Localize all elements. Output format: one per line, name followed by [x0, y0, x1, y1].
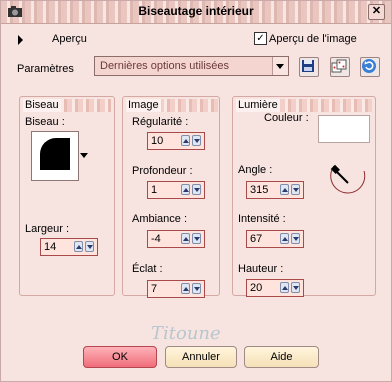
dialog-window: Biseautage intérieur ✕ Aperçu ✓ Aperçu d…: [0, 0, 392, 382]
dice-icon: [331, 59, 347, 73]
angle-stepper[interactable]: 315: [246, 181, 304, 199]
cancel-button[interactable]: Annuler: [165, 346, 237, 368]
field-label: Profondeur :: [132, 165, 193, 177]
floppy-disk-icon: [302, 60, 314, 72]
decrement-icon[interactable]: [192, 135, 201, 146]
reset-arrow-icon: [362, 59, 376, 73]
ambience-value[interactable]: -4: [151, 233, 161, 245]
ok-button[interactable]: OK: [83, 346, 157, 368]
presets-label: Paramètres: [17, 63, 74, 75]
bevel-dropdown-arrow[interactable]: [78, 131, 90, 179]
ambience-stepper[interactable]: -4: [147, 230, 205, 248]
smoothness-stepper[interactable]: 10: [147, 132, 205, 150]
preview-checkbox-label[interactable]: Aperçu de l'image: [269, 33, 357, 45]
decrement-icon[interactable]: [192, 283, 201, 294]
increment-icon[interactable]: [280, 233, 289, 244]
close-button[interactable]: ✕: [368, 4, 385, 20]
randomize-button[interactable]: [330, 57, 350, 77]
intensity-value[interactable]: 67: [250, 233, 262, 245]
light-color-swatch[interactable]: [318, 115, 370, 143]
increment-icon[interactable]: [181, 283, 190, 294]
field-label: Régularité :: [132, 116, 189, 128]
decrement-icon[interactable]: [85, 241, 94, 252]
field-label: Éclat :: [132, 263, 163, 275]
bevel-width-value[interactable]: 14: [44, 241, 56, 253]
field-label: Ambiance :: [132, 213, 188, 225]
field-label: Hauteur :: [238, 263, 284, 275]
decrement-icon[interactable]: [291, 233, 300, 244]
bevel-width-stepper[interactable]: 14: [40, 238, 98, 256]
bevel-panel-header: Biseau: [23, 99, 111, 112]
light-panel-header: Lumière: [236, 99, 372, 112]
chevron-down-icon[interactable]: [272, 57, 288, 75]
window-title: Biseautage intérieur: [138, 4, 254, 18]
angle-value[interactable]: 315: [250, 184, 268, 196]
decrement-icon[interactable]: [291, 184, 300, 195]
bevel-shape-picker[interactable]: [31, 131, 79, 181]
increment-icon[interactable]: [280, 282, 289, 293]
title-bar[interactable]: Biseautage intérieur ✕: [1, 1, 391, 24]
expand-preview-icon[interactable]: [18, 35, 23, 45]
reset-button[interactable]: [360, 57, 380, 77]
shine-value[interactable]: 7: [151, 283, 157, 295]
angle-dial-icon[interactable]: [328, 161, 368, 201]
decrement-icon[interactable]: [192, 233, 201, 244]
save-preset-button[interactable]: [299, 57, 319, 77]
increment-icon[interactable]: [181, 135, 190, 146]
decrement-icon[interactable]: [291, 282, 300, 293]
bevel-shape-icon: [40, 138, 70, 170]
field-label: Intensité :: [238, 213, 286, 225]
intensity-stepper[interactable]: 67: [246, 230, 304, 248]
presets-value: Dernières options utilisées: [100, 60, 230, 72]
presets-dropdown[interactable]: Dernières options utilisées: [94, 56, 289, 76]
watermark: Titoune: [151, 323, 221, 344]
help-button[interactable]: Aide: [244, 346, 319, 368]
color-label: Couleur :: [264, 112, 309, 124]
depth-value[interactable]: 1: [151, 184, 157, 196]
decrement-icon[interactable]: [192, 184, 201, 195]
bevel-label: Biseau :: [25, 116, 65, 128]
image-panel-header: Image: [126, 99, 218, 112]
height-value[interactable]: 20: [250, 282, 262, 294]
preview-checkbox[interactable]: ✓: [254, 32, 267, 45]
increment-icon[interactable]: [74, 241, 83, 252]
field-label: Angle :: [238, 164, 273, 176]
shine-stepper[interactable]: 7: [147, 280, 205, 298]
bevel-width-label: Largeur :: [25, 223, 70, 235]
increment-icon[interactable]: [181, 184, 190, 195]
increment-icon[interactable]: [181, 233, 190, 244]
smoothness-value[interactable]: 10: [151, 135, 163, 147]
preview-label: Aperçu: [52, 33, 87, 45]
depth-stepper[interactable]: 1: [147, 181, 205, 199]
increment-icon[interactable]: [280, 184, 289, 195]
height-stepper[interactable]: 20: [246, 279, 304, 297]
